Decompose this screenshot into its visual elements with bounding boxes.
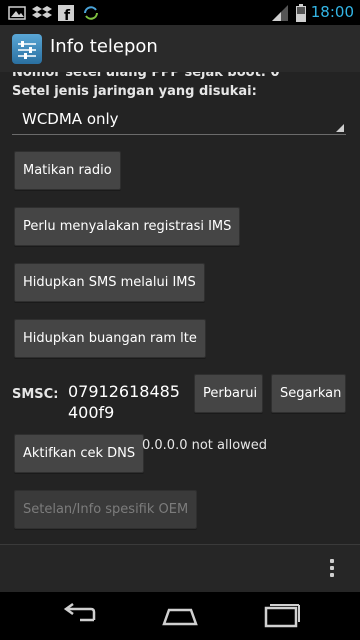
- ims-registration-button[interactable]: Perlu menyalakan registrasi IMS: [14, 207, 241, 246]
- overflow-menu-icon[interactable]: [330, 559, 334, 580]
- clock: 18:00: [310, 3, 354, 21]
- oem-settings-button: Setelan/Info spesifik OEM: [14, 490, 198, 529]
- lte-ram-dump-button[interactable]: Hidupkan buangan ram lte: [14, 319, 206, 358]
- page-title: Info telepon: [50, 36, 158, 57]
- phone-info-content[interactable]: Nomor setel ulang PPP sejak boot: 0 Sete…: [0, 72, 360, 544]
- ppp-reset-count-label: Nomor setel ulang PPP sejak boot: 0: [12, 72, 280, 80]
- radio-off-button[interactable]: Matikan radio: [14, 151, 121, 190]
- recent-apps-icon[interactable]: [262, 602, 302, 630]
- update-smsc-button[interactable]: Segarkan: [271, 374, 346, 413]
- battery-icon: [296, 4, 306, 22]
- dropdown-arrow-icon: [336, 124, 344, 132]
- network-type-spinner[interactable]: WCDMA only: [12, 106, 346, 135]
- dropbox-icon: [32, 6, 52, 18]
- svg-text:f: f: [64, 8, 71, 21]
- menu-bar: [0, 544, 360, 593]
- home-icon[interactable]: [160, 602, 200, 630]
- smsc-value[interactable]: 07912618485400f9: [68, 381, 188, 423]
- smsc-label: SMSC:: [12, 387, 59, 402]
- action-bar: Info telepon: [0, 25, 360, 73]
- status-bar: f 18:00: [0, 0, 360, 25]
- facebook-icon: f: [58, 5, 74, 21]
- image-icon: [8, 6, 26, 20]
- refresh-smsc-button[interactable]: Perbarui: [194, 374, 263, 413]
- signal-icon: [272, 5, 288, 21]
- network-type-value: WCDMA only: [22, 110, 119, 128]
- sms-over-ims-button[interactable]: Hidupkan SMS melalui IMS: [14, 263, 205, 302]
- settings-sliders-icon[interactable]: [12, 34, 42, 64]
- dns-check-button[interactable]: Aktifkan cek DNS: [14, 434, 145, 473]
- navigation-bar: [0, 592, 360, 640]
- network-type-label: Setel jenis jaringan yang disukai:: [12, 84, 257, 99]
- back-icon[interactable]: [60, 602, 100, 630]
- sync-icon: [84, 6, 98, 20]
- dns-status-text: 0.0.0.0 not allowed: [142, 438, 268, 453]
